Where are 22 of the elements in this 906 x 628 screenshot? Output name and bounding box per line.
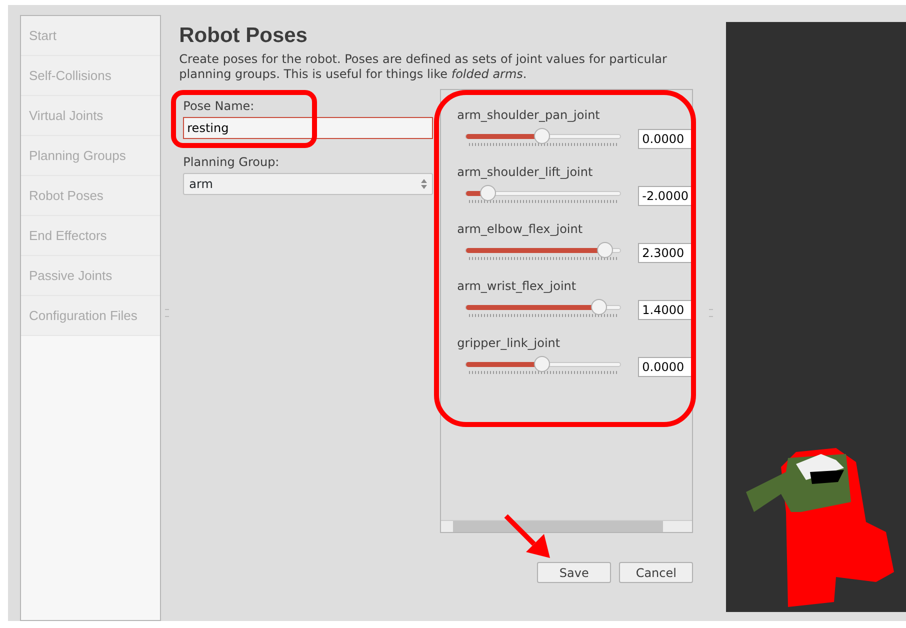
planning-group-label: Planning Group:	[183, 154, 280, 172]
joint-value-field[interactable]: 0.0000	[638, 357, 692, 378]
cancel-button[interactable]: Cancel	[619, 562, 694, 584]
pose-name-label: Pose Name:	[183, 98, 256, 116]
pose-name-field[interactable]: resting	[183, 117, 434, 140]
joint-value-field[interactable]: -2.0000	[638, 186, 692, 206]
joint-value-field[interactable]: 2.3000	[638, 243, 692, 264]
joint-name-label: arm_elbow_flex_joint	[457, 221, 584, 238]
scrollbar-thumb[interactable]	[453, 521, 664, 532]
page-description: Create poses for the robot. Poses are defined as sets of joint values for particular planning groups. This is useful for things like folded arms.	[179, 52, 668, 82]
save-button[interactable]: Save	[537, 562, 612, 584]
splitter-handle-icon[interactable]	[165, 309, 170, 317]
joint-name-label: gripper_link_joint	[457, 335, 562, 352]
joint-name-label: arm_wrist_flex_joint	[457, 278, 578, 296]
page-title: Robot Poses	[179, 23, 308, 48]
joint-value-field[interactable]: 1.4000	[638, 300, 692, 320]
planning-group-dropdown[interactable]: arm	[183, 173, 434, 196]
spinner-arrows-icon	[421, 178, 428, 190]
joint-name-label: arm_shoulder_pan_joint	[457, 107, 601, 124]
annotation-arrow	[504, 512, 552, 560]
joint-value-field[interactable]: 0.0000	[638, 129, 692, 150]
joint-name-label: arm_shoulder_lift_joint	[457, 164, 594, 182]
